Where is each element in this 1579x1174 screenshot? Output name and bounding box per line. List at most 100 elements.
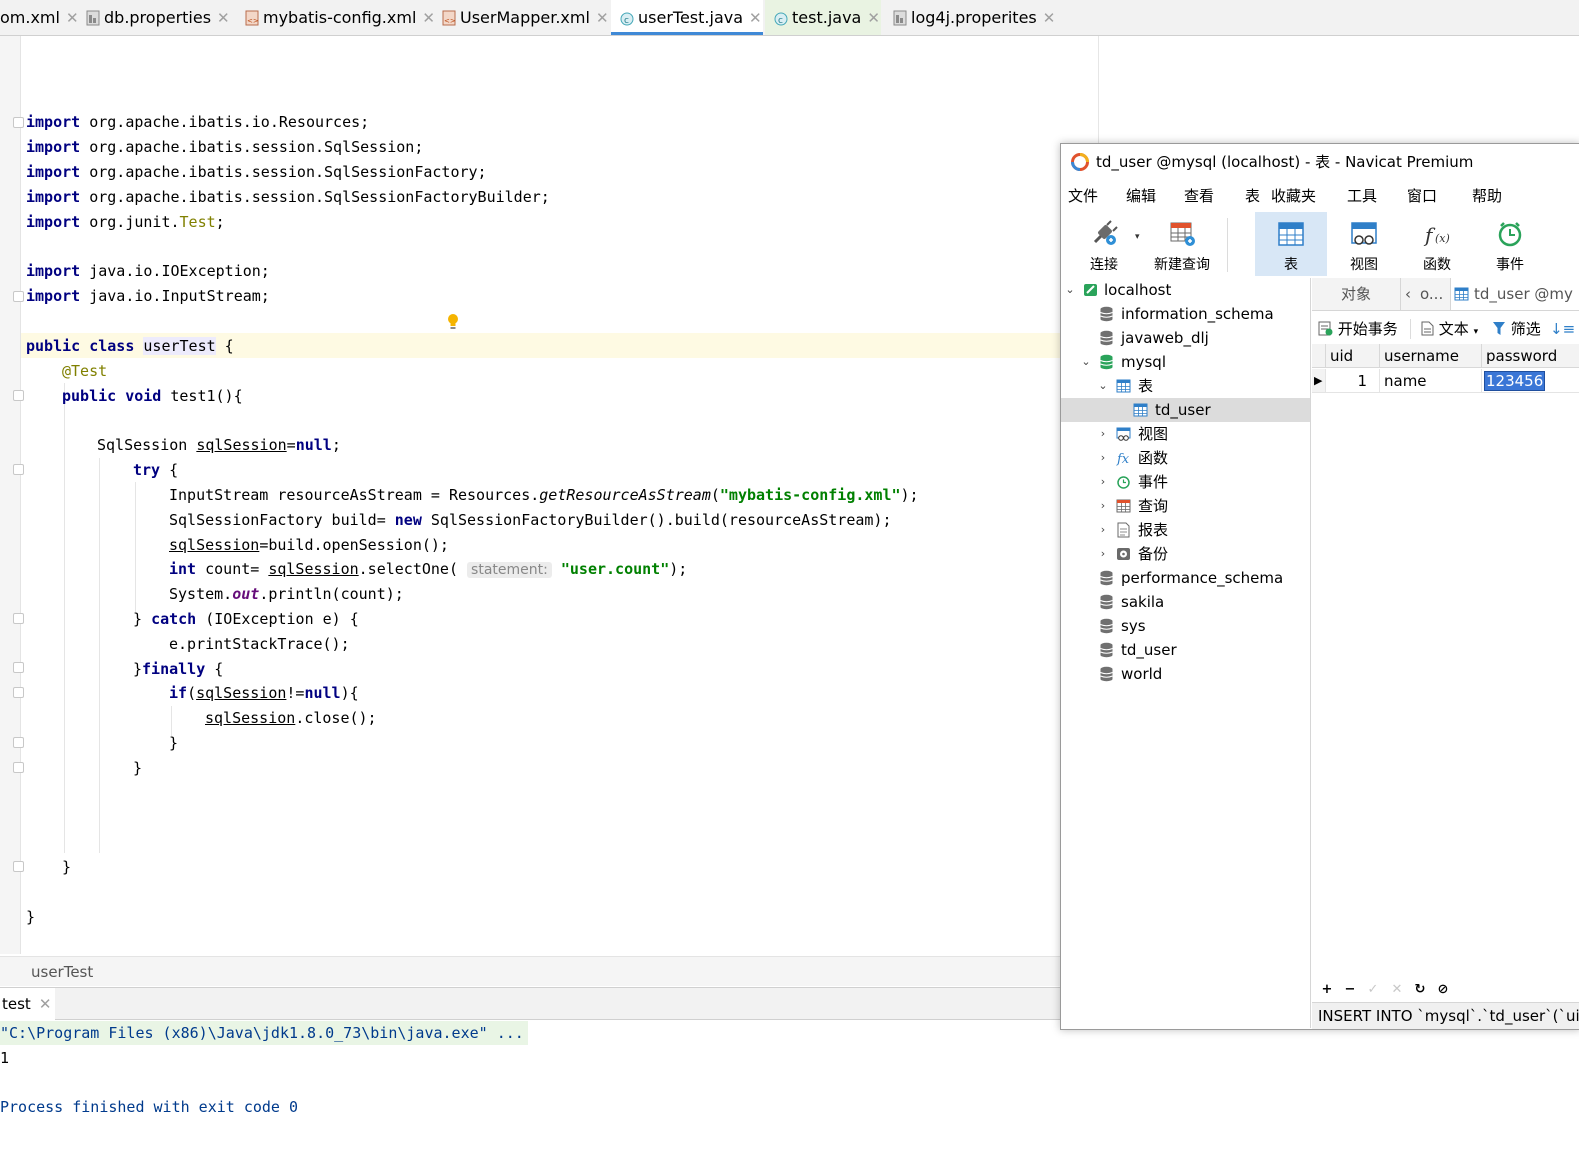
code-line: sqlSession=build.openSession(); xyxy=(169,533,449,558)
chevron-down-icon[interactable]: ⌄ xyxy=(1064,278,1076,302)
chevron-right-icon[interactable]: › xyxy=(1097,446,1109,470)
chevron-down-icon[interactable]: ▾ xyxy=(1474,327,1479,337)
tab-usertest-java[interactable]: c userTest.java ✕ xyxy=(611,0,763,35)
fold-marker[interactable] xyxy=(13,861,24,872)
tables-button[interactable]: 表 xyxy=(1255,212,1327,276)
sort-icon[interactable]: ↓≡ xyxy=(1550,314,1575,344)
begin-transaction-button[interactable]: 开始事务 xyxy=(1318,314,1398,344)
fold-marker[interactable] xyxy=(13,762,24,773)
fold-marker[interactable] xyxy=(13,662,24,673)
column-header-uid[interactable]: uid xyxy=(1326,344,1380,368)
close-icon[interactable]: ✕ xyxy=(66,9,79,27)
text-view-button[interactable]: 文本 ▾ xyxy=(1421,314,1478,344)
fold-marker[interactable] xyxy=(13,687,24,698)
tree-item-database[interactable]: performance_schema xyxy=(1061,566,1310,590)
connect-button[interactable]: 连接 xyxy=(1079,212,1129,276)
refresh-icon[interactable]: ↻ xyxy=(1411,979,1429,1001)
selected-cell-text[interactable]: 123456 xyxy=(1484,371,1546,391)
fold-marker[interactable] xyxy=(13,291,24,302)
apply-check-icon[interactable]: ✓ xyxy=(1364,979,1382,1001)
close-icon[interactable]: ✕ xyxy=(217,9,230,27)
chevron-down-icon[interactable]: ▾ xyxy=(1135,232,1140,242)
filter-button[interactable]: 筛选 xyxy=(1492,314,1541,344)
connection-tree[interactable]: ⌄ localhost information_schema javaweb_d… xyxy=(1061,278,1311,1028)
chevron-right-icon[interactable]: › xyxy=(1097,422,1109,446)
stop-icon[interactable]: ⊘ xyxy=(1434,979,1452,1001)
tree-item-database-mysql[interactable]: ⌄ mysql xyxy=(1061,350,1310,374)
column-header-password[interactable]: password xyxy=(1482,344,1579,368)
close-icon[interactable]: ✕ xyxy=(1043,9,1056,27)
tree-item-backup-folder[interactable]: › 备份 xyxy=(1061,542,1310,566)
tree-item-functions-folder[interactable]: › fx 函数 xyxy=(1061,446,1310,470)
chevron-down-icon[interactable]: ⌄ xyxy=(1097,374,1109,398)
menu-help[interactable]: 帮助 xyxy=(1472,180,1502,212)
chevron-right-icon[interactable]: › xyxy=(1097,494,1109,518)
menu-tools[interactable]: 工具 xyxy=(1347,180,1377,212)
chevron-right-icon[interactable]: › xyxy=(1097,470,1109,494)
functions-button[interactable]: f (x) 函数 xyxy=(1404,212,1470,276)
tab-db-properties[interactable]: db.properties ✕ xyxy=(86,0,238,35)
menu-table[interactable]: 表 xyxy=(1245,180,1260,212)
tab-pom-xml[interactable]: om.xml ✕ xyxy=(0,0,79,35)
console-command-line[interactable]: "C:\Program Files (x86)\Java\jdk1.8.0_73… xyxy=(0,1021,528,1045)
tree-item-database[interactable]: td_user xyxy=(1061,638,1310,662)
close-icon[interactable]: ✕ xyxy=(422,9,435,27)
tree-item-events-folder[interactable]: › 事件 xyxy=(1061,470,1310,494)
tab-log4j-properties[interactable]: log4j.properites ✕ xyxy=(893,0,1063,35)
editor-gutter[interactable] xyxy=(0,36,21,954)
tree-item-reports-folder[interactable]: › 报表 xyxy=(1061,518,1310,542)
tree-item-database[interactable]: information_schema xyxy=(1061,302,1310,326)
menu-edit[interactable]: 编辑 xyxy=(1126,180,1156,212)
add-record-icon[interactable]: + xyxy=(1318,979,1336,1001)
grid-cell[interactable]: 1 xyxy=(1326,369,1380,393)
tab-objects[interactable]: 对象 xyxy=(1312,278,1401,310)
tab-usermapper-xml[interactable]: <> UserMapper.xml ✕ xyxy=(442,0,609,35)
tab-mybatis-config[interactable]: <> mybatis-config.xml ✕ xyxy=(245,0,435,35)
tree-item-database[interactable]: sys xyxy=(1061,614,1310,638)
tree-item-database[interactable]: javaweb_dlj xyxy=(1061,326,1310,350)
indent-guide xyxy=(99,458,100,853)
menu-favorites[interactable]: 收藏夹 xyxy=(1271,180,1316,212)
views-button[interactable]: 视图 xyxy=(1331,212,1397,276)
fold-marker[interactable] xyxy=(13,613,24,624)
discard-x-icon[interactable]: ✕ xyxy=(1388,979,1406,1001)
close-icon[interactable]: ✕ xyxy=(749,9,762,27)
column-header-username[interactable]: username xyxy=(1380,344,1482,368)
tree-item-tables-folder[interactable]: ⌄ 表 xyxy=(1061,374,1310,398)
tree-item-table-td-user[interactable]: td_user xyxy=(1061,398,1310,422)
tree-item-localhost[interactable]: ⌄ localhost xyxy=(1061,278,1310,302)
events-button[interactable]: 事件 xyxy=(1477,212,1543,276)
menu-window[interactable]: 窗口 xyxy=(1407,180,1437,212)
tree-item-views-folder[interactable]: › 视图 xyxy=(1061,422,1310,446)
row-pointer-icon[interactable]: ▶ xyxy=(1312,369,1326,393)
menu-view[interactable]: 查看 xyxy=(1184,180,1214,212)
chevron-right-icon[interactable]: › xyxy=(1097,518,1109,542)
fold-marker[interactable] xyxy=(13,117,24,128)
tab-td-user-table[interactable]: td_user @my xyxy=(1450,278,1579,310)
chevron-left-icon[interactable]: ‹ xyxy=(1405,278,1417,310)
tree-item-database[interactable]: sakila xyxy=(1061,590,1310,614)
fold-marker[interactable] xyxy=(13,390,24,401)
close-icon[interactable]: ✕ xyxy=(867,9,880,27)
run-tab-test[interactable]: test ✕ xyxy=(0,988,56,1020)
chevron-right-icon[interactable]: › xyxy=(1097,542,1109,566)
tab-object-truncated[interactable]: o... xyxy=(1420,278,1446,310)
menu-file[interactable]: 文件 xyxy=(1068,180,1098,212)
grid-cell[interactable]: name xyxy=(1380,369,1482,393)
delete-record-icon[interactable]: − xyxy=(1341,979,1359,1001)
filter-icon xyxy=(1493,322,1505,335)
fold-marker[interactable] xyxy=(13,464,24,475)
close-icon[interactable]: ✕ xyxy=(39,995,52,1013)
window-title-bar[interactable]: td_user @mysql (localhost) - 表 - Navicat… xyxy=(1061,144,1579,180)
tree-item-database[interactable]: world xyxy=(1061,662,1310,686)
new-query-button[interactable]: 新建查询 xyxy=(1149,212,1215,276)
lightbulb-icon[interactable] xyxy=(447,313,459,331)
tree-item-queries-folder[interactable]: › 查询 xyxy=(1061,494,1310,518)
breadcrumb-item[interactable]: userTest xyxy=(31,963,93,981)
close-icon[interactable]: ✕ xyxy=(596,9,609,27)
grid-cell-selected[interactable]: 123456 xyxy=(1482,369,1579,393)
chevron-down-icon[interactable]: ⌄ xyxy=(1080,350,1092,374)
fold-marker[interactable] xyxy=(13,737,24,748)
breadcrumb[interactable]: userTest xyxy=(0,956,1061,986)
tab-test-java[interactable]: c test.java ✕ xyxy=(765,0,881,35)
